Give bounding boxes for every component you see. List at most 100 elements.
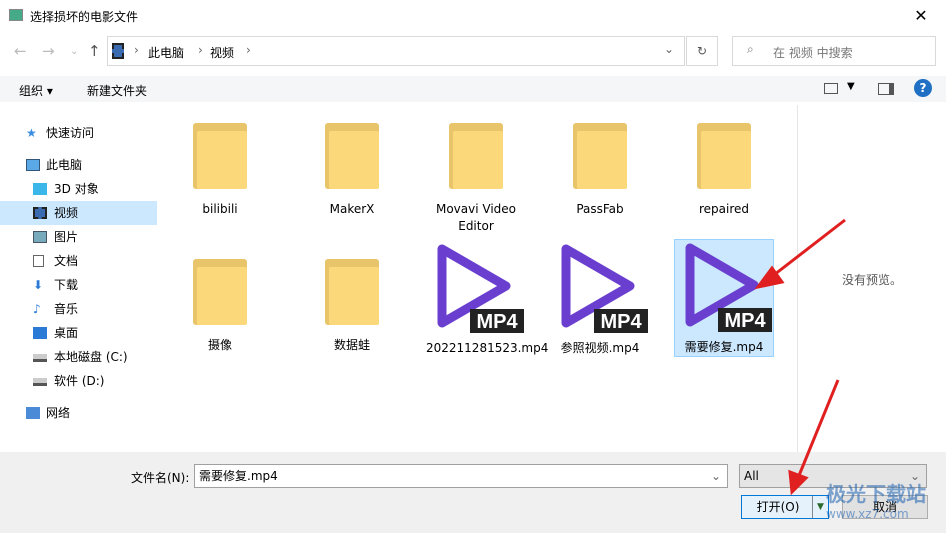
file-name: PassFab	[576, 202, 624, 216]
open-dropdown-icon[interactable]: ▼	[812, 496, 828, 518]
music-icon: ♪	[33, 302, 41, 316]
file-item[interactable]: MP4 参照视频.mp4	[550, 241, 650, 357]
sidebar-item-desktop[interactable]: 桌面	[0, 321, 157, 345]
address-bar[interactable]: › 此电脑 › 视频 › ⌄	[107, 36, 685, 66]
file-type-value: All	[744, 469, 759, 483]
file-name: 摄像	[207, 338, 232, 352]
close-button[interactable]: ✕	[906, 4, 936, 28]
caret-down-icon: ▾	[46, 84, 53, 98]
sidebar-label: 下载	[54, 278, 79, 292]
document-icon	[33, 255, 44, 267]
chevron-down-icon[interactable]: ⌄	[711, 465, 721, 487]
mp4-play-icon: MP4	[437, 244, 524, 333]
svg-text:MP4: MP4	[476, 311, 518, 333]
drive-icon	[33, 354, 47, 362]
navigation-pane: ★ 快速访问 此电脑 3D 对象 视频 图片 文档 ⬇ 下载 ♪ 音乐 桌面 本地磁盘…	[0, 112, 158, 452]
file-type-select[interactable]: All ⌄	[739, 464, 927, 488]
folder-icon	[193, 259, 247, 325]
mp4-play-icon: MP4	[685, 243, 772, 332]
preview-pane-icon[interactable]	[878, 83, 894, 95]
chevron-down-icon[interactable]: ⌄	[664, 42, 674, 56]
open-label: 打开(O)	[756, 500, 800, 514]
sidebar-item-videos[interactable]: 视频	[0, 201, 157, 225]
refresh-button[interactable]: ↻	[686, 36, 718, 66]
sidebar-item-downloads[interactable]: ⬇ 下载	[0, 273, 157, 297]
back-icon[interactable]: ←	[14, 42, 27, 60]
view-dropdown-icon[interactable]: ▼	[847, 81, 855, 92]
sidebar-item-music[interactable]: ♪ 音乐	[0, 297, 157, 321]
title-bar: 选择损坏的电影文件 ✕	[0, 0, 946, 32]
folder-item[interactable]: repaired	[674, 115, 774, 218]
breadcrumb-separator-icon: ›	[134, 43, 139, 57]
sidebar-label: 视频	[54, 206, 79, 220]
folder-item[interactable]: MakerX	[302, 115, 402, 218]
film-icon	[33, 207, 47, 219]
sidebar-label: 本地磁盘 (C:)	[54, 350, 128, 364]
sidebar-item-drive-d[interactable]: 软件 (D:)	[0, 369, 157, 393]
file-name: bilibili	[202, 202, 238, 216]
folder-icon	[325, 259, 379, 325]
help-icon[interactable]: ?	[914, 79, 932, 97]
folder-item[interactable]: 数据蛙	[302, 251, 402, 354]
file-name: 参照视频.mp4	[560, 341, 640, 355]
open-button[interactable]: 打开(O) ▼	[741, 495, 829, 519]
sidebar-item-this-pc[interactable]: 此电脑	[0, 153, 157, 177]
sidebar-label: 快速访问	[46, 126, 95, 140]
sidebar-label: 3D 对象	[54, 182, 99, 196]
app-icon	[9, 9, 23, 21]
sidebar-label: 软件 (D:)	[54, 374, 105, 388]
organize-button[interactable]: 组织 ▾	[19, 82, 53, 99]
folder-icon	[697, 123, 751, 189]
breadcrumb-videos[interactable]: 视频	[210, 44, 234, 61]
recent-chevron-icon[interactable]: ⌄	[70, 46, 78, 57]
drive-icon	[33, 378, 47, 386]
bottom-panel: 文件名(N): 需要修复.mp4 ⌄ All ⌄ 打开(O) ▼ 取消	[0, 452, 946, 533]
folder-item[interactable]: Movavi Video Editor	[426, 115, 526, 235]
sidebar-label: 音乐	[54, 302, 79, 316]
view-icon[interactable]	[824, 83, 838, 94]
download-icon: ⬇	[33, 278, 44, 292]
file-item[interactable]: MP4 需要修复.mp4	[674, 239, 774, 357]
sidebar-item-documents[interactable]: 文档	[0, 249, 157, 273]
new-folder-button[interactable]: 新建文件夹	[87, 82, 147, 99]
cube-icon	[33, 183, 47, 195]
sidebar-item-drive-c[interactable]: 本地磁盘 (C:)	[0, 345, 157, 369]
mp4-play-icon: MP4	[561, 244, 648, 333]
sidebar-item-quick-access[interactable]: ★ 快速访问	[0, 121, 157, 145]
breadcrumb-separator-icon[interactable]: ›	[246, 43, 251, 57]
folder-icon	[449, 123, 503, 189]
search-icon: ⌕	[747, 42, 754, 56]
folder-item[interactable]: 摄像	[170, 251, 270, 354]
folder-icon	[573, 123, 627, 189]
sidebar-item-network[interactable]: 网络	[0, 401, 157, 425]
file-list: bilibili MakerX Movavi Video Editor PassFab…	[160, 105, 796, 452]
file-item[interactable]: MP4 202211281523.mp4	[426, 241, 548, 357]
sidebar-label: 图片	[54, 230, 79, 244]
folder-icon	[193, 123, 247, 189]
sidebar-item-pictures[interactable]: 图片	[0, 225, 157, 249]
window-title: 选择损坏的电影文件	[30, 10, 139, 24]
network-icon	[26, 407, 40, 419]
chevron-down-icon: ⌄	[909, 469, 920, 483]
sidebar-item-3d[interactable]: 3D 对象	[0, 177, 157, 201]
search-placeholder: 在 视频 中搜索	[773, 46, 853, 60]
filename-input[interactable]: 需要修复.mp4 ⌄	[194, 464, 728, 488]
file-name: 数据蛙	[333, 338, 370, 352]
folder-item[interactable]: bilibili	[170, 115, 270, 218]
preview-pane: 没有预览。	[797, 105, 946, 452]
star-icon: ★	[26, 126, 37, 140]
picture-icon	[33, 231, 47, 243]
svg-text:MP4: MP4	[600, 311, 642, 333]
search-input[interactable]: ⌕ 在 视频 中搜索	[732, 36, 936, 66]
forward-icon[interactable]: →	[42, 42, 55, 60]
filename-label: 文件名(N):	[131, 471, 190, 485]
breadcrumb-pc[interactable]: 此电脑	[148, 44, 184, 61]
cancel-button[interactable]: 取消	[842, 495, 928, 519]
film-icon	[112, 43, 124, 59]
computer-icon	[26, 159, 40, 171]
up-icon[interactable]: ↑	[88, 42, 101, 60]
sidebar-label: 此电脑	[46, 158, 83, 172]
svg-text:MP4: MP4	[724, 310, 766, 332]
folder-item[interactable]: PassFab	[550, 115, 650, 218]
folder-icon	[325, 123, 379, 189]
